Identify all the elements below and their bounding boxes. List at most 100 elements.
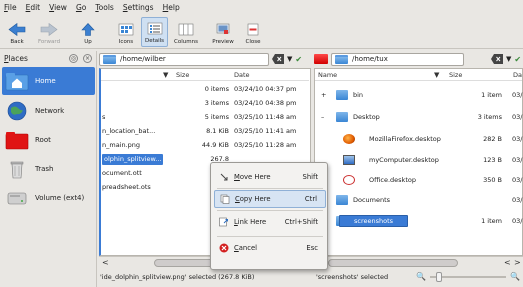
- file-row[interactable]: s 5 items 03/25/10 11:48 am: [101, 110, 309, 124]
- date-column-header[interactable]: Da: [513, 71, 522, 79]
- tree-row[interactable]: Office.desktop 350 B 03/: [315, 173, 522, 187]
- icons-view-icon: [118, 23, 134, 36]
- menu-view[interactable]: View: [49, 3, 67, 12]
- preview-button[interactable]: Preview: [208, 17, 238, 47]
- collapse-icon[interactable]: –: [321, 113, 324, 121]
- right-file-pane: Name ▼ Size Da + bin 1 item 03/ – Desktop 3 it…: [314, 68, 523, 256]
- right-path-field[interactable]: /home/tux: [331, 52, 464, 66]
- file-size: 3 items: [477, 113, 502, 121]
- tree-row[interactable]: + bin 1 item 03/: [315, 88, 522, 102]
- cancel-icon: [219, 243, 229, 253]
- hard-drive-icon: [7, 192, 27, 205]
- cancel-item[interactable]: Cancel Esc: [214, 239, 326, 257]
- left-status-bar: 'ide_dolphin_splitview.png' selected (26…: [100, 270, 310, 284]
- menu-separator: [217, 188, 323, 189]
- zoom-slider-handle[interactable]: [436, 272, 442, 282]
- scroll-left-icon[interactable]: <: [102, 258, 109, 267]
- file-name: n_location_bat...: [102, 127, 156, 135]
- toolbar: Back Forward Up Icons Details Columns Pr…: [0, 15, 523, 49]
- back-button[interactable]: Back: [4, 17, 30, 47]
- file-name: olphin_splitview...: [102, 154, 164, 165]
- menu-label-rest: dit: [30, 3, 41, 12]
- left-path-text: /home/wilber: [120, 55, 166, 63]
- chevron-down-icon[interactable]: ▼: [506, 55, 511, 63]
- link-icon: [219, 217, 228, 227]
- computer-icon: [343, 155, 355, 165]
- copy-icon: [220, 194, 230, 204]
- tree-row[interactable]: myComputer.desktop 123 B 03/: [315, 153, 522, 167]
- menu-tools[interactable]: Tools: [95, 3, 113, 12]
- file-row[interactable]: 0 items 03/24/10 04:37 pm: [101, 82, 309, 96]
- details-label: Details: [144, 38, 165, 44]
- file-size: 3 items: [204, 99, 229, 107]
- menu-shortcut: Ctrl+Shift: [284, 218, 318, 226]
- scroll-right-icon[interactable]: >: [514, 258, 521, 267]
- name-column-header[interactable]: Name: [318, 71, 337, 79]
- file-name: Documents: [353, 196, 391, 204]
- file-date: 03/: [512, 217, 523, 225]
- menu-label-rest: elp: [168, 3, 180, 12]
- menu-go[interactable]: Go: [76, 3, 86, 12]
- menu-edit[interactable]: Edit: [26, 3, 41, 12]
- columns-view-button[interactable]: Columns: [171, 17, 201, 47]
- float-panel-icon[interactable]: ◎: [69, 54, 78, 63]
- close-split-button[interactable]: Close: [241, 17, 265, 47]
- place-trash[interactable]: Trash: [2, 155, 95, 183]
- sort-descending-icon[interactable]: ▼: [434, 71, 439, 79]
- checkmark-icon[interactable]: ✔: [514, 55, 521, 64]
- globe-icon: [7, 101, 27, 121]
- place-label: Volume (ext4): [35, 194, 85, 202]
- menu-help[interactable]: Help: [163, 3, 180, 12]
- move-here-item[interactable]: Move Here Shift: [214, 168, 326, 186]
- close-panel-icon[interactable]: ×: [83, 54, 92, 63]
- close-label: Close: [245, 39, 261, 45]
- link-here-item[interactable]: Link Here Ctrl+Shift: [214, 213, 326, 231]
- tree-row[interactable]: – Desktop 3 items 03/: [315, 110, 522, 124]
- file-row[interactable]: 3 items 03/24/10 04:38 pm: [101, 96, 309, 110]
- file-name: screenshots: [339, 215, 409, 227]
- left-path-field[interactable]: /home/wilber: [99, 52, 269, 66]
- scroll-thumb[interactable]: [328, 259, 458, 267]
- forward-button[interactable]: Forward: [33, 17, 65, 47]
- size-column-header[interactable]: Size: [176, 71, 189, 79]
- menu-label-rest: ettings: [127, 3, 154, 12]
- left-status-text: 'ide_dolphin_splitview.png' selected (26…: [100, 273, 255, 281]
- right-location-bar: /home/tux ▼ ✔: [314, 51, 523, 67]
- tree-row[interactable]: MozillaFirefox.desktop 282 B 03/: [315, 132, 522, 146]
- file-size: 0 items: [204, 85, 229, 93]
- back-label: Back: [10, 39, 24, 45]
- place-volume[interactable]: Volume (ext4): [2, 184, 95, 212]
- expand-icon[interactable]: +: [321, 91, 326, 99]
- file-row[interactable]: n_main.png 44.9 KiB 03/25/10 11:28 am: [101, 138, 309, 152]
- tree-row[interactable]: screenshots 1 item 03/: [315, 214, 522, 228]
- right-horizontal-scrollbar[interactable]: < < >: [314, 256, 523, 268]
- copy-here-item[interactable]: Copy Here Ctrl: [214, 190, 326, 208]
- menu-file[interactable]: File: [4, 3, 17, 12]
- zoom-out-icon[interactable]: 🔍: [416, 272, 426, 281]
- place-network[interactable]: Network: [2, 97, 95, 125]
- tree-row[interactable]: Documents 03/: [315, 193, 522, 207]
- sort-descending-icon[interactable]: ▼: [163, 71, 168, 79]
- up-button[interactable]: Up: [75, 17, 101, 47]
- place-root[interactable]: Root: [2, 126, 95, 154]
- file-row[interactable]: n_location_bat... 8.1 KiB 03/25/10 11:41 a…: [101, 124, 309, 138]
- details-view-button[interactable]: Details: [141, 17, 168, 47]
- place-home[interactable]: Home: [2, 67, 95, 95]
- scroll-left-icon[interactable]: <: [504, 258, 511, 267]
- right-status-bar: 'screenshots' selected 🔍 🔍: [316, 270, 523, 284]
- file-name: MozillaFirefox.desktop: [369, 135, 441, 143]
- folder-icon: [336, 90, 348, 100]
- menu-settings[interactable]: Settings: [123, 3, 154, 12]
- clear-location-icon[interactable]: [491, 54, 503, 64]
- checkmark-icon[interactable]: ✔: [295, 55, 302, 64]
- zoom-in-icon[interactable]: 🔍: [510, 272, 520, 281]
- menu-label: opy Here: [239, 195, 271, 203]
- chevron-down-icon[interactable]: ▼: [287, 55, 292, 63]
- menu-shortcut: Ctrl: [304, 195, 317, 203]
- icons-view-button[interactable]: Icons: [113, 17, 139, 47]
- file-size: 282 B: [483, 135, 502, 143]
- file-name: Desktop: [353, 113, 380, 121]
- size-column-header[interactable]: Size: [449, 71, 462, 79]
- date-column-header[interactable]: Date: [234, 71, 250, 79]
- clear-location-icon[interactable]: [272, 54, 284, 64]
